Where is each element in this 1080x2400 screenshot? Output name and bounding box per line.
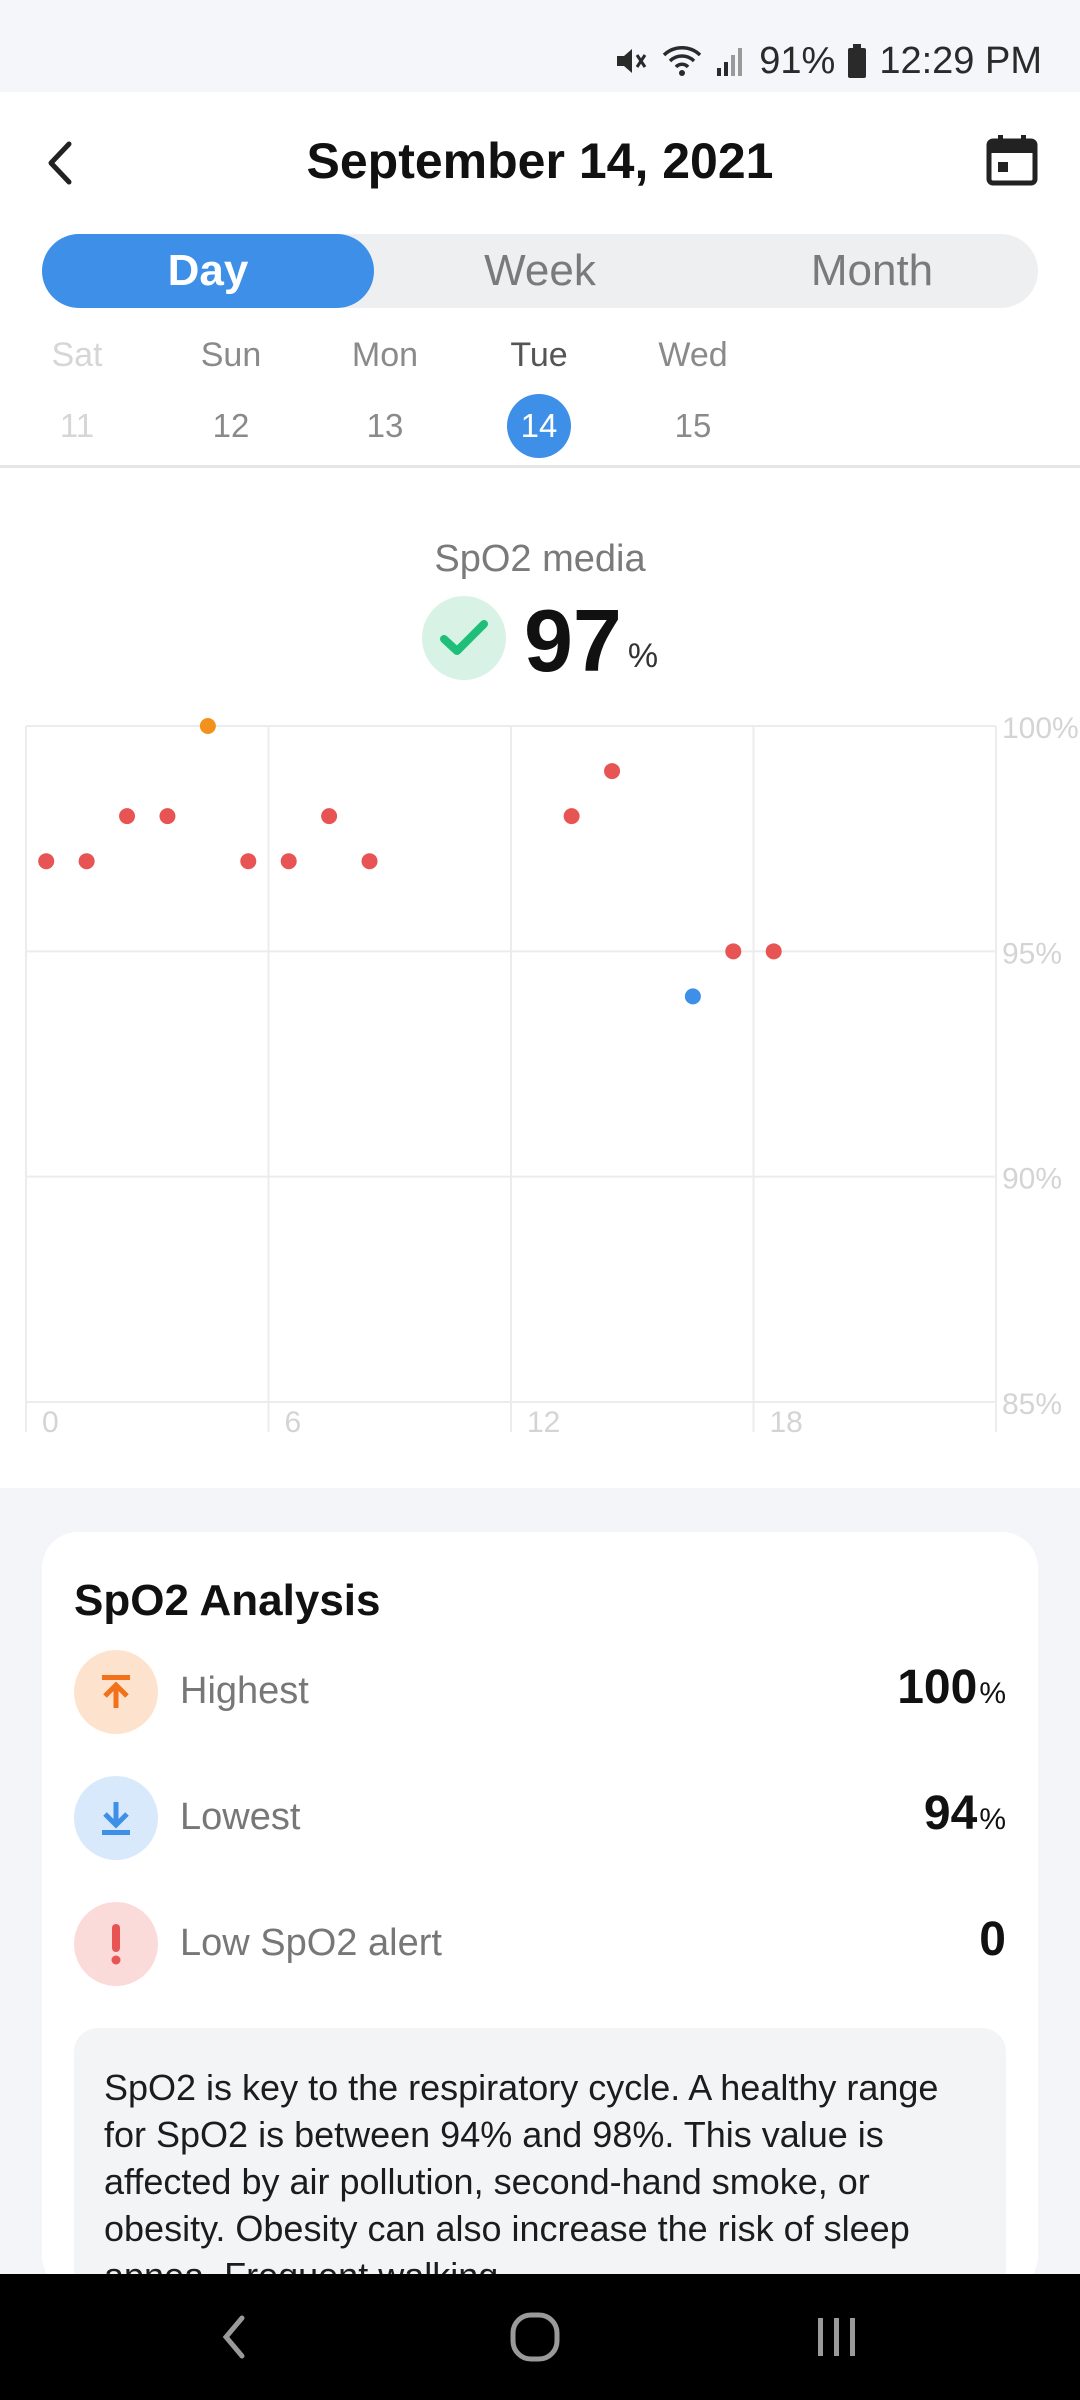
x-tick-label: 6 bbox=[285, 1406, 302, 1439]
summary-label: SpO2 media bbox=[434, 538, 646, 580]
check-icon bbox=[421, 596, 506, 680]
status-icons: 91% 12:29 PM bbox=[613, 38, 1042, 84]
x-tick-label: 0 bbox=[42, 1406, 59, 1439]
day-item-sun[interactable]: Sun 12 bbox=[176, 330, 286, 458]
data-point-normal bbox=[321, 808, 338, 825]
data-point-normal bbox=[604, 763, 621, 780]
analysis-title: SpO2 Analysis bbox=[74, 1576, 381, 1625]
data-point-normal bbox=[119, 808, 136, 825]
signal-icon bbox=[715, 44, 747, 78]
clock: 12:29 PM bbox=[879, 39, 1042, 82]
y-tick-label: 90% bbox=[1002, 1163, 1062, 1196]
data-point-normal bbox=[38, 853, 55, 870]
data-point-normal bbox=[725, 943, 742, 960]
day-name: Mon bbox=[351, 336, 419, 374]
day-item-mon[interactable]: Mon 13 bbox=[330, 330, 440, 458]
data-point-normal bbox=[361, 853, 378, 870]
day-number: 12 bbox=[212, 407, 250, 444]
day-name: Wed bbox=[658, 336, 728, 374]
data-point-normal bbox=[159, 808, 176, 825]
arrow-down-icon bbox=[74, 1776, 158, 1860]
wifi-icon bbox=[661, 43, 703, 79]
day-number: 11 bbox=[59, 407, 95, 444]
period-tabs: Day Week Month bbox=[42, 234, 1038, 308]
mute-icon bbox=[613, 43, 649, 79]
day-name: Sun bbox=[200, 336, 262, 374]
arrow-up-icon bbox=[74, 1650, 158, 1734]
data-point-normal bbox=[563, 808, 580, 825]
exclamation-icon bbox=[74, 1902, 158, 1986]
calendar-button[interactable] bbox=[984, 132, 1044, 192]
highest-row: Highest 100% bbox=[74, 1650, 1006, 1736]
page-title: September 14, 2021 bbox=[306, 133, 774, 189]
data-point-normal bbox=[240, 853, 257, 870]
nav-back-button[interactable] bbox=[188, 2302, 278, 2372]
data-point-normal bbox=[280, 853, 297, 870]
summary-value-row: 97 % bbox=[0, 596, 1080, 686]
highest-label: Highest bbox=[180, 1670, 309, 1712]
battery-percent: 91% bbox=[759, 39, 836, 82]
y-tick-label: 85% bbox=[1002, 1388, 1062, 1421]
alert-value: 0 bbox=[979, 1913, 1006, 1966]
chevron-left-icon bbox=[48, 141, 72, 185]
x-tick-label: 18 bbox=[770, 1406, 803, 1439]
lowest-number: 94 bbox=[923, 1787, 978, 1840]
day-number: 15 bbox=[674, 407, 712, 444]
tab-day[interactable]: Day bbox=[42, 234, 374, 308]
y-tick-label: 100% bbox=[1002, 712, 1079, 745]
lowest-value: 94% bbox=[924, 1786, 1006, 1841]
nav-home-button[interactable] bbox=[490, 2302, 580, 2372]
recents-icon bbox=[818, 2318, 855, 2356]
data-point-highest bbox=[199, 718, 216, 734]
alert-row: Low SpO2 alert 0 bbox=[74, 1902, 1006, 1988]
lowest-unit: % bbox=[979, 1803, 1006, 1836]
day-selector: Sat 11 Sun 12 Mon 13 Tue 14 Wed 15 bbox=[0, 330, 1080, 460]
status-bar: 91% 12:29 PM bbox=[0, 0, 1080, 92]
lowest-row: Lowest 94% bbox=[74, 1776, 1006, 1862]
highest-number: 100 bbox=[897, 1661, 978, 1714]
tab-week[interactable]: Week bbox=[374, 234, 706, 308]
data-point-lowest bbox=[684, 988, 701, 1005]
data-point-normal bbox=[78, 853, 95, 870]
app-header: September 14, 2021 bbox=[0, 92, 1080, 234]
day-item-wed[interactable]: Wed 15 bbox=[638, 330, 748, 458]
calendar-icon bbox=[986, 135, 1038, 186]
divider bbox=[0, 465, 1080, 468]
highest-unit: % bbox=[979, 1677, 1006, 1710]
battery-icon bbox=[847, 44, 867, 78]
summary-value: 97 bbox=[523, 591, 622, 690]
back-button[interactable] bbox=[30, 128, 90, 198]
y-tick-label: 95% bbox=[1002, 937, 1062, 970]
tab-month[interactable]: Month bbox=[706, 234, 1038, 308]
lowest-label: Lowest bbox=[180, 1796, 301, 1838]
home-icon bbox=[510, 2312, 560, 2362]
alert-label: Low SpO2 alert bbox=[180, 1922, 442, 1964]
nav-recents-button[interactable] bbox=[792, 2302, 882, 2372]
day-item-tue[interactable]: Tue 14 bbox=[484, 330, 594, 458]
navigation-bar bbox=[0, 2274, 1080, 2400]
nav-back-icon bbox=[222, 2315, 245, 2359]
day-name: Sat bbox=[51, 336, 103, 374]
day-number-selected: 14 bbox=[507, 394, 571, 458]
summary-unit: % bbox=[627, 637, 659, 675]
data-point-normal bbox=[765, 943, 782, 960]
spo2-scatter-chart: 100% 95% 90% 85% 0 6 12 18 bbox=[25, 712, 1079, 1439]
day-item-sat[interactable]: Sat 11 bbox=[22, 330, 132, 458]
highest-value: 100% bbox=[897, 1660, 1006, 1715]
analysis-card: SpO2 Analysis Highest 100% Lowest 94% Lo… bbox=[42, 1532, 1038, 2328]
x-tick-label: 12 bbox=[527, 1406, 560, 1439]
day-number: 13 bbox=[366, 407, 404, 444]
day-name: Tue bbox=[510, 336, 568, 374]
